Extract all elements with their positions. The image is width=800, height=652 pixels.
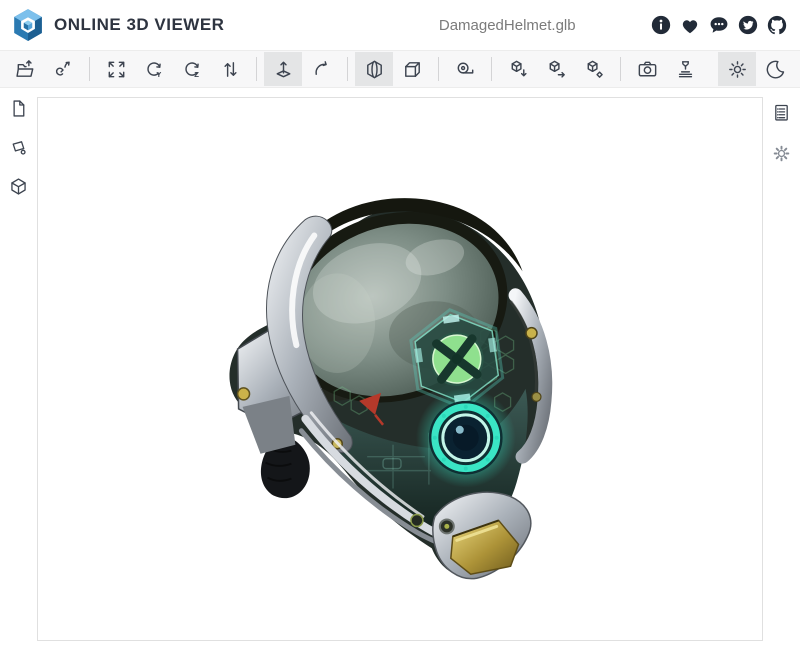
set-z-up-button[interactable]: Z [173,52,211,86]
svg-text:Z: Z [194,70,199,79]
toolbar-separator [347,57,348,81]
free-orbit-button[interactable] [302,52,340,86]
toolbar-separator [438,57,439,81]
flip-up-vector-button[interactable] [211,52,249,86]
toolbar-separator [620,57,621,81]
material-swatch-icon [8,137,29,158]
toolbar-separator [491,57,492,81]
print-3d-icon [674,58,697,81]
perspective-camera-icon [363,58,386,81]
share-model-button[interactable] [575,52,613,86]
gear-icon [771,143,792,164]
sun-icon [726,58,749,81]
set-z-up-icon: Z [181,58,204,81]
toolbar-separator [256,57,257,81]
open-url-icon [52,58,75,81]
measure-button[interactable] [446,52,484,86]
mesh-cube-icon [8,176,29,197]
orthographic-camera-button[interactable] [393,52,431,86]
set-y-up-icon: Y [143,58,166,81]
details-list-icon [771,102,792,123]
download-model-button[interactable] [499,52,537,86]
set-y-up-button[interactable]: Y [135,52,173,86]
export-model-icon [545,58,568,81]
discord-icon[interactable] [708,14,730,36]
viewport-canvas[interactable] [37,97,763,641]
info-icon[interactable] [650,14,672,36]
files-panel-button[interactable] [8,98,29,119]
fixed-up-vector-icon [272,58,295,81]
print-3d-button[interactable] [666,52,704,86]
toolbar: Y Z [0,50,800,88]
flip-up-vector-icon [219,58,242,81]
download-model-icon [507,58,530,81]
export-model-button[interactable] [537,52,575,86]
open-url-button[interactable] [44,52,82,86]
snapshot-icon [636,58,659,81]
header: ONLINE 3D VIEWER DamagedHelmet.glb [0,0,800,50]
details-panel-button[interactable] [771,102,792,123]
dark-mode-button[interactable] [756,52,794,86]
damaged-helmet-model [38,98,762,640]
orthographic-camera-icon [401,58,424,81]
snapshot-button[interactable] [628,52,666,86]
content-area [0,88,800,652]
fit-to-window-icon [105,58,128,81]
moon-icon [764,58,787,81]
light-mode-button[interactable] [718,52,756,86]
open-file-icon [14,58,37,81]
svg-text:Y: Y [156,70,161,79]
twitter-icon[interactable] [737,14,759,36]
heart-icon[interactable] [679,14,701,36]
fixed-up-vector-button[interactable] [264,52,302,86]
app-logo-icon[interactable] [12,8,44,42]
fit-to-window-button[interactable] [97,52,135,86]
open-file-button[interactable] [6,52,44,86]
settings-panel-button[interactable] [771,143,792,164]
app-title: ONLINE 3D VIEWER [54,15,224,35]
share-model-icon [583,58,606,81]
right-panel-rail [763,88,800,652]
meshes-panel-button[interactable] [8,176,29,197]
perspective-camera-button[interactable] [355,52,393,86]
toolbar-separator [89,57,90,81]
file-icon [8,98,29,119]
materials-panel-button[interactable] [8,137,29,158]
free-orbit-icon [310,58,333,81]
github-icon[interactable] [766,14,788,36]
left-panel-rail [0,88,37,652]
measure-icon [454,58,477,81]
